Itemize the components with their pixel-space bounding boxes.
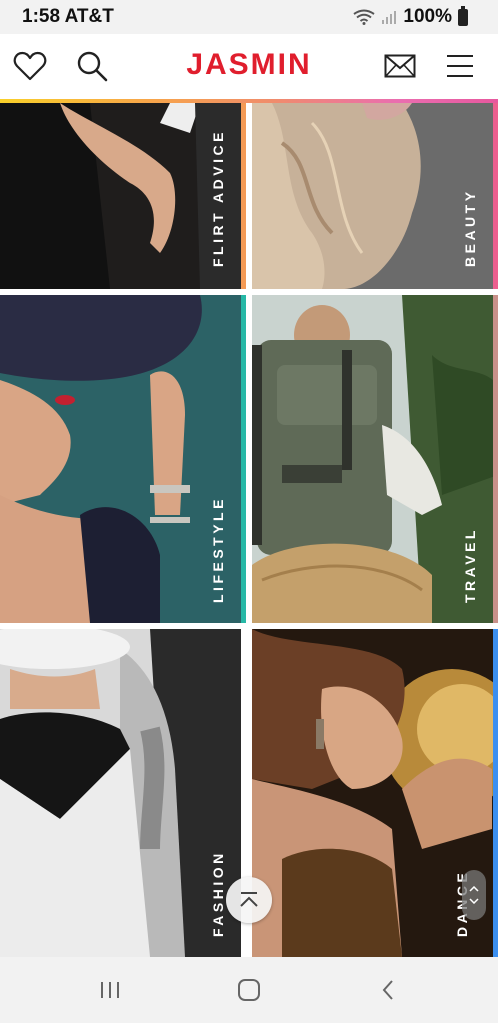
battery-icon [458,5,468,26]
tile-accent-edge [493,629,498,957]
recent-apps-button[interactable] [90,973,130,1007]
wifi-icon [353,9,375,25]
home-button[interactable] [229,973,269,1007]
app-header: JASMIN [0,34,498,100]
category-label: FASHION [210,850,226,937]
chevron-down-icon [469,898,479,904]
category-label: LIFESTYLE [210,496,226,603]
messages-button[interactable] [380,46,420,86]
back-button[interactable] [368,973,408,1007]
category-label: BEAUTY [462,188,478,267]
mail-icon [384,54,416,78]
category-tile-fashion[interactable]: FASHION [0,629,246,957]
tile-accent-edge [241,295,246,623]
back-icon [382,980,393,1000]
category-tile-lifestyle[interactable]: LIFESTYLE [0,295,246,623]
scroll-to-top-button[interactable] [226,877,272,923]
brand-logo[interactable]: JASMIN [0,48,498,82]
category-grid: FLIRT ADVICE BEAUTY LIFESTYLE TRAVEL FAS… [0,103,498,957]
category-tile-travel[interactable]: TRAVEL [252,295,498,623]
status-indicators: 100% [353,5,468,28]
tile-accent-edge [241,103,246,289]
system-nav-bar [0,957,498,1023]
tile-accent-edge [493,103,498,289]
signal-icon [382,11,397,24]
category-tile-beauty[interactable]: BEAUTY [252,103,498,289]
menu-button[interactable] [440,46,480,86]
chevron-up-icon [469,886,479,892]
recent-apps-icon [101,982,119,998]
fast-scroll-handle[interactable] [462,870,486,920]
menu-icon [447,55,473,77]
home-icon [238,979,260,1001]
battery-percent: 100% [403,6,452,27]
status-time: 1:58 AT&T [22,6,114,27]
tile-accent-edge [493,295,498,623]
category-tile-flirt-advice[interactable]: FLIRT ADVICE [0,103,246,289]
category-label: TRAVEL [462,527,478,603]
category-label: FLIRT ADVICE [210,129,226,267]
status-bar: 1:58 AT&T 100% [0,0,498,34]
chevron-up-bar-icon [240,892,258,907]
